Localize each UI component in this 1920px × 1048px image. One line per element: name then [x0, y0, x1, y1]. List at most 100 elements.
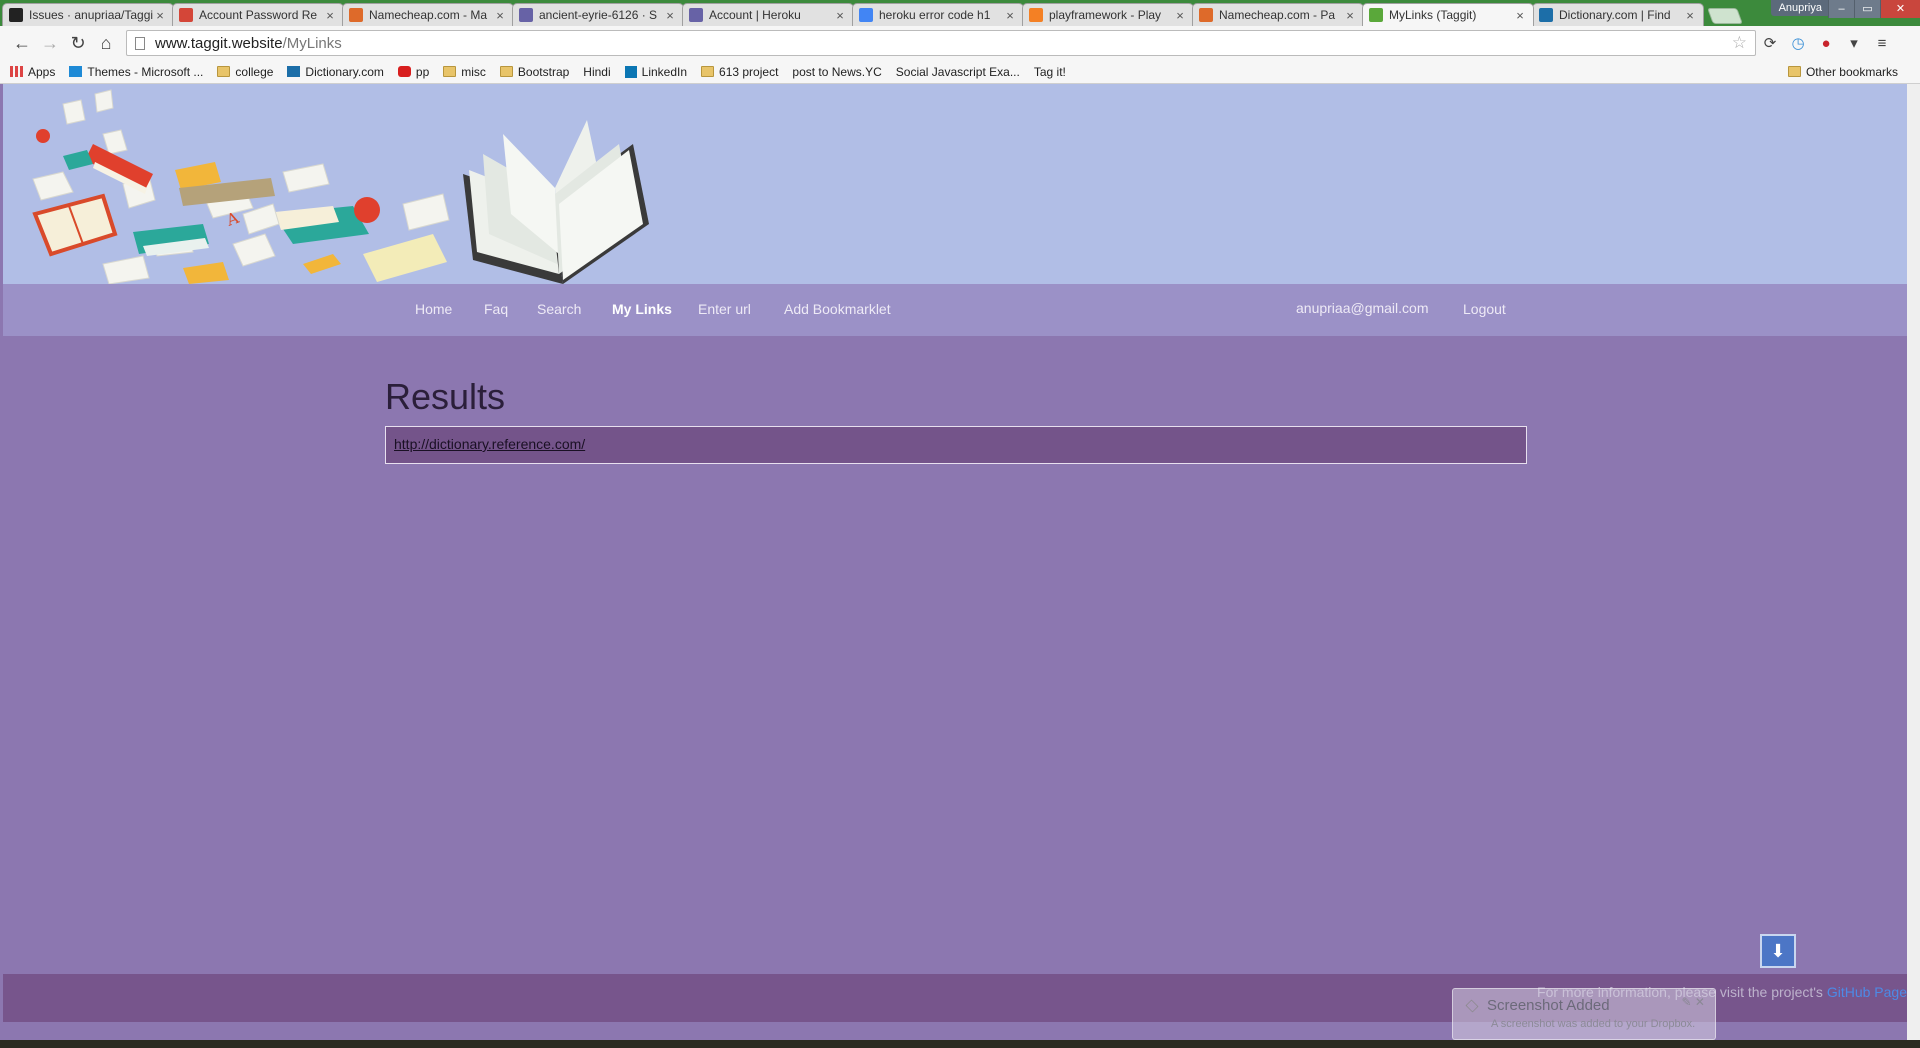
yt-icon	[397, 66, 411, 77]
browser-tab[interactable]: Dictionary.com | Find ×	[1532, 3, 1704, 26]
dict-icon	[287, 66, 301, 77]
other-bookmarks[interactable]: Other bookmarks	[1787, 65, 1898, 79]
nav-logout[interactable]: Logout	[1463, 301, 1506, 317]
page-scrollbar[interactable]	[1907, 84, 1920, 1040]
bookmark-item[interactable]: Themes - Microsoft ...	[69, 65, 203, 79]
profile-button[interactable]: Anupriya	[1770, 0, 1830, 16]
browser-tab[interactable]: MyLinks (Taggit) ×	[1362, 3, 1534, 26]
header-banner: A	[3, 84, 1907, 284]
google-icon	[859, 8, 873, 22]
download-arrow-icon[interactable]: ⬇	[1760, 934, 1796, 968]
close-tab-icon[interactable]: ×	[493, 8, 507, 23]
ms-icon	[69, 66, 83, 77]
bookmark-item[interactable]: Bootstrap	[499, 64, 570, 79]
bookmark-item[interactable]: pp	[397, 64, 430, 79]
browser-tab[interactable]: Account Password Re ×	[172, 3, 344, 26]
tab-list: Issues · anupriaa/Taggit × Account Passwor…	[2, 0, 1704, 26]
browser-tab[interactable]: Issues · anupriaa/Taggit ×	[2, 3, 174, 26]
address-bar[interactable]: www.taggit.website /MyLinks ☆	[126, 30, 1756, 56]
browser-tab[interactable]: playframework - Play ×	[1022, 3, 1194, 26]
bookmark-label: post to News.YC	[792, 64, 882, 79]
bookmark-item[interactable]: Hindi	[3, 64, 611, 156]
forward-button[interactable]: →	[36, 30, 64, 56]
tab-title: MyLinks (Taggit)	[1389, 8, 1477, 22]
url-host: www.taggit.website	[155, 34, 283, 52]
bookmark-label: pp	[415, 64, 430, 79]
nav-faq[interactable]: Faq	[484, 301, 508, 317]
dictionary-icon	[1539, 8, 1553, 22]
result-item: http://dictionary.reference.com/	[385, 426, 1527, 464]
bookmark-label: Themes - Microsoft ...	[87, 64, 204, 79]
tab-strip: Issues · anupriaa/Taggit × Account Passwor…	[0, 0, 1920, 26]
page-icon	[135, 36, 145, 50]
bookmark-item[interactable]: Dictionary.com	[287, 65, 384, 79]
bookmark-item[interactable]: misc	[443, 65, 486, 79]
bookmark-label: LinkedIn	[641, 64, 688, 79]
close-tab-icon[interactable]: ×	[1173, 8, 1187, 23]
pocket-icon[interactable]: ▾	[1840, 30, 1868, 56]
close-tab-icon[interactable]: ×	[323, 8, 337, 23]
folder-icon	[499, 66, 513, 77]
folder-icon	[217, 66, 231, 77]
bookmark-label: Bootstrap	[517, 64, 570, 79]
minimize-button[interactable]: –	[1828, 0, 1854, 18]
reload-button[interactable]: ↻	[64, 30, 92, 56]
menu-icon[interactable]: ≡	[1868, 30, 1896, 56]
url-path: /MyLinks	[282, 34, 342, 52]
timer-extension-icon[interactable]: ◷	[1784, 30, 1812, 56]
li-icon	[624, 65, 637, 78]
bookmark-star-icon[interactable]: ☆	[1732, 33, 1747, 53]
apps-icon	[10, 66, 23, 77]
browser-tab[interactable]: heroku error code h1 ×	[852, 3, 1024, 26]
close-tab-icon[interactable]: ×	[153, 8, 167, 23]
close-tab-icon[interactable]: ×	[1343, 8, 1357, 23]
back-button[interactable]: ←	[8, 30, 36, 56]
folder-icon	[443, 66, 457, 77]
new-tab-button[interactable]	[1707, 8, 1743, 24]
nav-enter-url[interactable]: Enter url	[698, 301, 751, 317]
maximize-button[interactable]: ▭	[1854, 0, 1880, 18]
dropbox-toast[interactable]: Screenshot Added A screenshot was added …	[1452, 988, 1716, 1040]
pinterest-icon[interactable]: ●	[1812, 30, 1840, 56]
tab-title: Dictionary.com | Find	[1559, 8, 1671, 22]
bookmark-item[interactable]: college	[217, 65, 273, 79]
nav-user-email[interactable]: anupriaa@gmail.com	[1296, 300, 1429, 316]
page-title: Results	[385, 376, 506, 417]
nav-my-links[interactable]: My Links	[612, 301, 672, 317]
bookmark-item[interactable]: post to News.YC	[3, 64, 882, 156]
close-tab-icon[interactable]: ×	[1513, 8, 1527, 23]
bookmark-item[interactable]: Apps	[10, 65, 55, 79]
close-window-button[interactable]: ✕	[1880, 0, 1920, 18]
gmail-icon	[179, 8, 193, 22]
tab-title: Namecheap.com - Pa	[1219, 8, 1336, 22]
result-link[interactable]: http://dictionary.reference.com/	[394, 436, 585, 452]
nav-search[interactable]: Search	[537, 301, 581, 317]
github-page-link[interactable]: GitHub Page	[1827, 984, 1907, 1000]
toast-close-icon[interactable]: ✎ ✕	[1682, 995, 1705, 1009]
browser-tab[interactable]: Namecheap.com - Ma ×	[342, 3, 514, 26]
bookmark-item[interactable]: LinkedIn	[624, 64, 688, 79]
heroku-icon	[689, 8, 703, 22]
bookmark-item[interactable]: Social Javascript Exa...	[3, 65, 1020, 156]
toast-title: Screenshot Added	[1487, 997, 1610, 1014]
toast-subtitle: A screenshot was added to your Dropbox.	[1491, 1018, 1696, 1030]
bookmark-label: Apps	[28, 64, 56, 79]
bookmark-label: misc	[461, 64, 486, 79]
browser-tab[interactable]: Namecheap.com - Pa ×	[1192, 3, 1364, 26]
close-tab-icon[interactable]: ×	[1003, 8, 1017, 23]
bookmark-item[interactable]: 613 project	[701, 65, 778, 79]
tab-title: Namecheap.com - Ma	[369, 8, 488, 22]
browser-tab[interactable]: ancient-eyrie-6126 · S ×	[512, 3, 684, 26]
browser-tab[interactable]: Account | Heroku ×	[682, 3, 854, 26]
sync-extension-icon[interactable]: ⟳	[1756, 30, 1784, 56]
bookmark-label: Hindi	[583, 64, 611, 79]
nav-home[interactable]: Home	[415, 301, 452, 317]
tab-title: Issues · anupriaa/Taggit	[29, 8, 153, 22]
home-button[interactable]: ⌂	[92, 30, 120, 56]
bookmark-list: Apps Themes - Microsoft ... college Diction…	[3, 64, 1080, 156]
close-tab-icon[interactable]: ×	[833, 8, 847, 23]
close-tab-icon[interactable]: ×	[663, 8, 677, 23]
close-tab-icon[interactable]: ×	[1683, 8, 1697, 23]
bookmark-item[interactable]: Tag it!	[3, 65, 1066, 156]
nav-add-bookmarklet[interactable]: Add Bookmarklet	[784, 301, 891, 317]
